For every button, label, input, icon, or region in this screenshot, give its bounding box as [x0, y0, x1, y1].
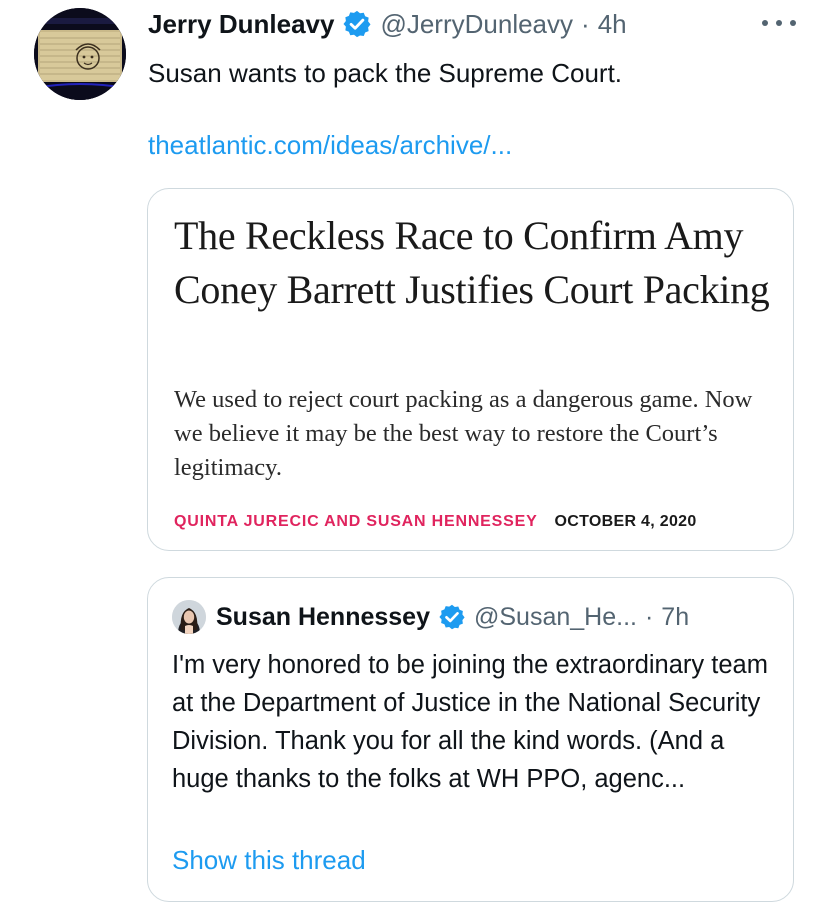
article-date: OCTOBER 4, 2020 — [554, 513, 697, 530]
author-handle[interactable]: @JerryDunleavy — [380, 9, 573, 40]
tweet-timestamp[interactable]: 4h — [598, 9, 627, 40]
article-authors: QUINTA JURECIC AND SUSAN HENNESSEY — [174, 513, 538, 530]
quoted-author-handle[interactable]: @Susan_He... — [474, 603, 637, 632]
show-thread-link[interactable]: Show this thread — [172, 842, 366, 878]
tweet-text: Susan wants to pack the Supreme Court. — [148, 58, 623, 88]
quoted-tweet-header: Susan Hennessey @Susan_He... · 7h — [216, 600, 689, 634]
avatar-sketch-image — [34, 8, 126, 100]
article-link-card[interactable]: The Reckless Race to Confirm Amy Coney B… — [147, 188, 794, 551]
quoted-author-avatar[interactable] — [172, 600, 206, 634]
article-headline: The Reckless Race to Confirm Amy Coney B… — [174, 213, 770, 312]
author-name[interactable]: Jerry Dunleavy — [148, 9, 334, 40]
quoted-tweet-text: I'm very honored to be joining the extra… — [172, 651, 768, 793]
quoted-avatar-photo — [172, 600, 206, 634]
author-avatar[interactable] — [34, 8, 126, 100]
verified-badge-icon — [342, 9, 372, 39]
article-deck: We used to reject court packing as a dan… — [174, 386, 753, 481]
quoted-author-name[interactable]: Susan Hennessey — [216, 603, 430, 632]
more-horizontal-icon[interactable] — [762, 10, 796, 36]
quoted-tweet-card[interactable]: Susan Hennessey @Susan_He... · 7h I'm ve… — [147, 577, 794, 902]
quoted-header-separator: · — [644, 602, 654, 631]
tweet-header: Jerry Dunleavy @JerryDunleavy · 4h — [148, 6, 627, 42]
article-link[interactable]: theatlantic.com/ideas/archive/... — [148, 128, 512, 162]
quoted-tweet-timestamp[interactable]: 7h — [661, 603, 689, 632]
verified-badge-icon — [438, 603, 466, 631]
header-separator: · — [581, 8, 590, 39]
article-byline: QUINTA JURECIC AND SUSAN HENNESSEY OCTOB… — [174, 513, 697, 531]
